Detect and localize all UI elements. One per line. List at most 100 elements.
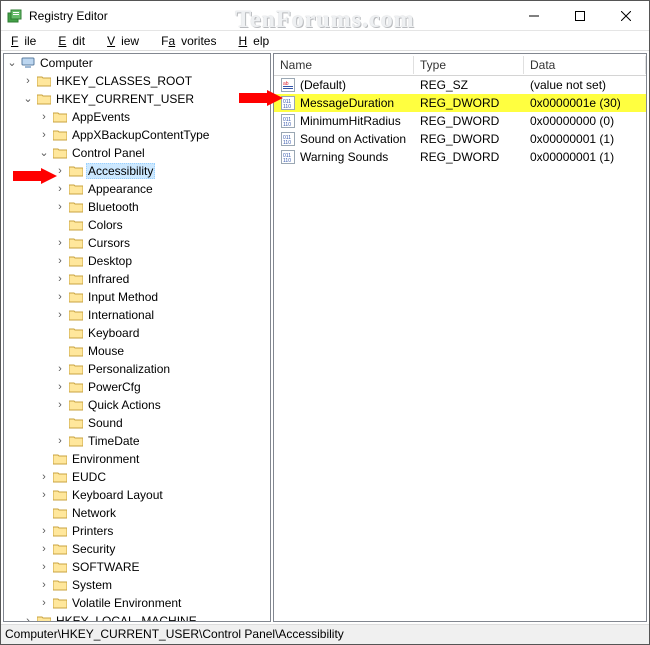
expand-icon[interactable]: ›	[36, 469, 52, 485]
tree-node-international[interactable]: ›International	[52, 306, 270, 324]
expand-icon[interactable]: ›	[36, 127, 52, 143]
maximize-button[interactable]	[557, 1, 603, 31]
tree-node-mouse[interactable]: Mouse	[52, 342, 270, 360]
expand-icon[interactable]: ›	[52, 253, 68, 269]
collapse-icon[interactable]: ⌄	[20, 91, 36, 107]
expand-icon[interactable]: ›	[52, 361, 68, 377]
tree-node-powercfg[interactable]: ›PowerCfg	[52, 378, 270, 396]
collapse-icon[interactable]: ⌄	[36, 145, 52, 161]
folder-icon	[52, 451, 68, 467]
folder-icon	[68, 307, 84, 323]
tree-node-appearance[interactable]: ›Appearance	[52, 180, 270, 198]
tree-node-input-method[interactable]: ›Input Method	[52, 288, 270, 306]
tree-node-infrared[interactable]: ›Infrared	[52, 270, 270, 288]
value-type: REG_DWORD	[414, 150, 524, 164]
expand-icon[interactable]: ›	[52, 271, 68, 287]
tree-node-sound[interactable]: Sound	[52, 414, 270, 432]
menu-edit[interactable]: Edit	[52, 32, 99, 50]
value-row[interactable]: 011110Warning SoundsREG_DWORD0x00000001 …	[274, 148, 646, 166]
title-bar: Registry Editor	[1, 1, 649, 31]
folder-icon	[52, 505, 68, 521]
menu-file[interactable]: File	[5, 32, 50, 50]
tree-node-personalization[interactable]: ›Personalization	[52, 360, 270, 378]
tree-node-quick-actions[interactable]: ›Quick Actions	[52, 396, 270, 414]
column-header-data[interactable]: Data	[524, 56, 646, 74]
expand-icon[interactable]: ›	[36, 109, 52, 125]
expand-icon[interactable]: ›	[52, 289, 68, 305]
minimize-button[interactable]	[511, 1, 557, 31]
tree-node-colors[interactable]: Colors	[52, 216, 270, 234]
value-row[interactable]: 011110MinimumHitRadiusREG_DWORD0x0000000…	[274, 112, 646, 130]
folder-icon	[68, 253, 84, 269]
window-title: Registry Editor	[29, 9, 108, 23]
dword-value-icon: 011110	[280, 95, 296, 111]
status-bar: Computer\HKEY_CURRENT_USER\Control Panel…	[1, 624, 649, 644]
expand-icon[interactable]: ›	[20, 613, 36, 622]
tree-node-desktop[interactable]: ›Desktop	[52, 252, 270, 270]
menu-favorites[interactable]: Favorites	[155, 32, 230, 50]
values-pane[interactable]: Name Type Data ab(Default)REG_SZ(value n…	[273, 53, 647, 622]
tree-node-security[interactable]: ›Security	[36, 540, 270, 558]
tree-node-hklm[interactable]: ›HKEY_LOCAL_MACHINE	[20, 612, 270, 622]
tree-node-accessibility[interactable]: ›Accessibility	[52, 162, 270, 180]
folder-icon	[52, 559, 68, 575]
folder-icon	[68, 433, 84, 449]
tree-node-bluetooth[interactable]: ›Bluetooth	[52, 198, 270, 216]
tree-node-cursors[interactable]: ›Cursors	[52, 234, 270, 252]
folder-icon	[68, 343, 84, 359]
tree-node-hkcu[interactable]: ⌄HKEY_CURRENT_USER	[20, 90, 270, 108]
folder-icon	[52, 523, 68, 539]
dword-value-icon: 011110	[280, 131, 296, 147]
expand-icon[interactable]: ›	[52, 163, 68, 179]
tree-node-appevents[interactable]: ›AppEvents	[36, 108, 270, 126]
menu-help[interactable]: Help	[232, 32, 283, 50]
tree-node-appx[interactable]: ›AppXBackupContentType	[36, 126, 270, 144]
expand-icon[interactable]: ›	[52, 181, 68, 197]
value-data: (value not set)	[524, 78, 646, 92]
tree-node-software[interactable]: ›SOFTWARE	[36, 558, 270, 576]
tree-node-eudc[interactable]: ›EUDC	[36, 468, 270, 486]
tree-pane[interactable]: ⌄ Computer ›HKEY_CLASSES_ROOT ⌄HKEY_CURR…	[3, 53, 271, 622]
tree-node-volatile-env[interactable]: ›Volatile Environment	[36, 594, 270, 612]
expand-icon[interactable]: ›	[36, 595, 52, 611]
expand-icon[interactable]: ›	[52, 397, 68, 413]
tree-node-timedate[interactable]: ›TimeDate	[52, 432, 270, 450]
tree-node-environment[interactable]: Environment	[36, 450, 270, 468]
collapse-icon[interactable]: ⌄	[4, 55, 20, 71]
expand-icon[interactable]: ›	[20, 73, 36, 89]
tree-node-keyboard-layout[interactable]: ›Keyboard Layout	[36, 486, 270, 504]
expand-icon[interactable]: ›	[52, 379, 68, 395]
value-row[interactable]: 011110MessageDurationREG_DWORD0x0000001e…	[274, 94, 646, 112]
expand-icon[interactable]: ›	[36, 577, 52, 593]
folder-icon	[36, 91, 52, 107]
folder-icon	[36, 613, 52, 622]
column-header-name[interactable]: Name	[274, 56, 414, 74]
menu-bar: File Edit View Favorites Help	[1, 31, 649, 51]
tree-node-network[interactable]: Network	[36, 504, 270, 522]
value-row[interactable]: ab(Default)REG_SZ(value not set)	[274, 76, 646, 94]
expand-icon[interactable]: ›	[52, 235, 68, 251]
tree-node-keyboard[interactable]: Keyboard	[52, 324, 270, 342]
expand-icon[interactable]: ›	[36, 523, 52, 539]
menu-view[interactable]: View	[101, 32, 153, 50]
tree-node-computer[interactable]: ⌄ Computer	[4, 54, 270, 72]
folder-icon	[52, 127, 68, 143]
expand-icon[interactable]: ›	[36, 541, 52, 557]
expand-icon[interactable]: ›	[36, 559, 52, 575]
expand-icon[interactable]: ›	[52, 307, 68, 323]
expand-icon[interactable]: ›	[52, 433, 68, 449]
tree-node-hkcr[interactable]: ›HKEY_CLASSES_ROOT	[20, 72, 270, 90]
tree-node-system[interactable]: ›System	[36, 576, 270, 594]
folder-icon	[68, 379, 84, 395]
column-header-type[interactable]: Type	[414, 56, 524, 74]
folder-icon	[68, 271, 84, 287]
folder-icon	[52, 109, 68, 125]
tree-node-printers[interactable]: ›Printers	[36, 522, 270, 540]
expand-icon[interactable]: ›	[36, 487, 52, 503]
folder-icon	[52, 595, 68, 611]
expand-icon[interactable]: ›	[52, 199, 68, 215]
tree-node-control-panel[interactable]: ⌄Control Panel	[36, 144, 270, 162]
close-button[interactable]	[603, 1, 649, 31]
value-name: Sound on Activation	[300, 132, 406, 146]
value-row[interactable]: 011110Sound on ActivationREG_DWORD0x0000…	[274, 130, 646, 148]
